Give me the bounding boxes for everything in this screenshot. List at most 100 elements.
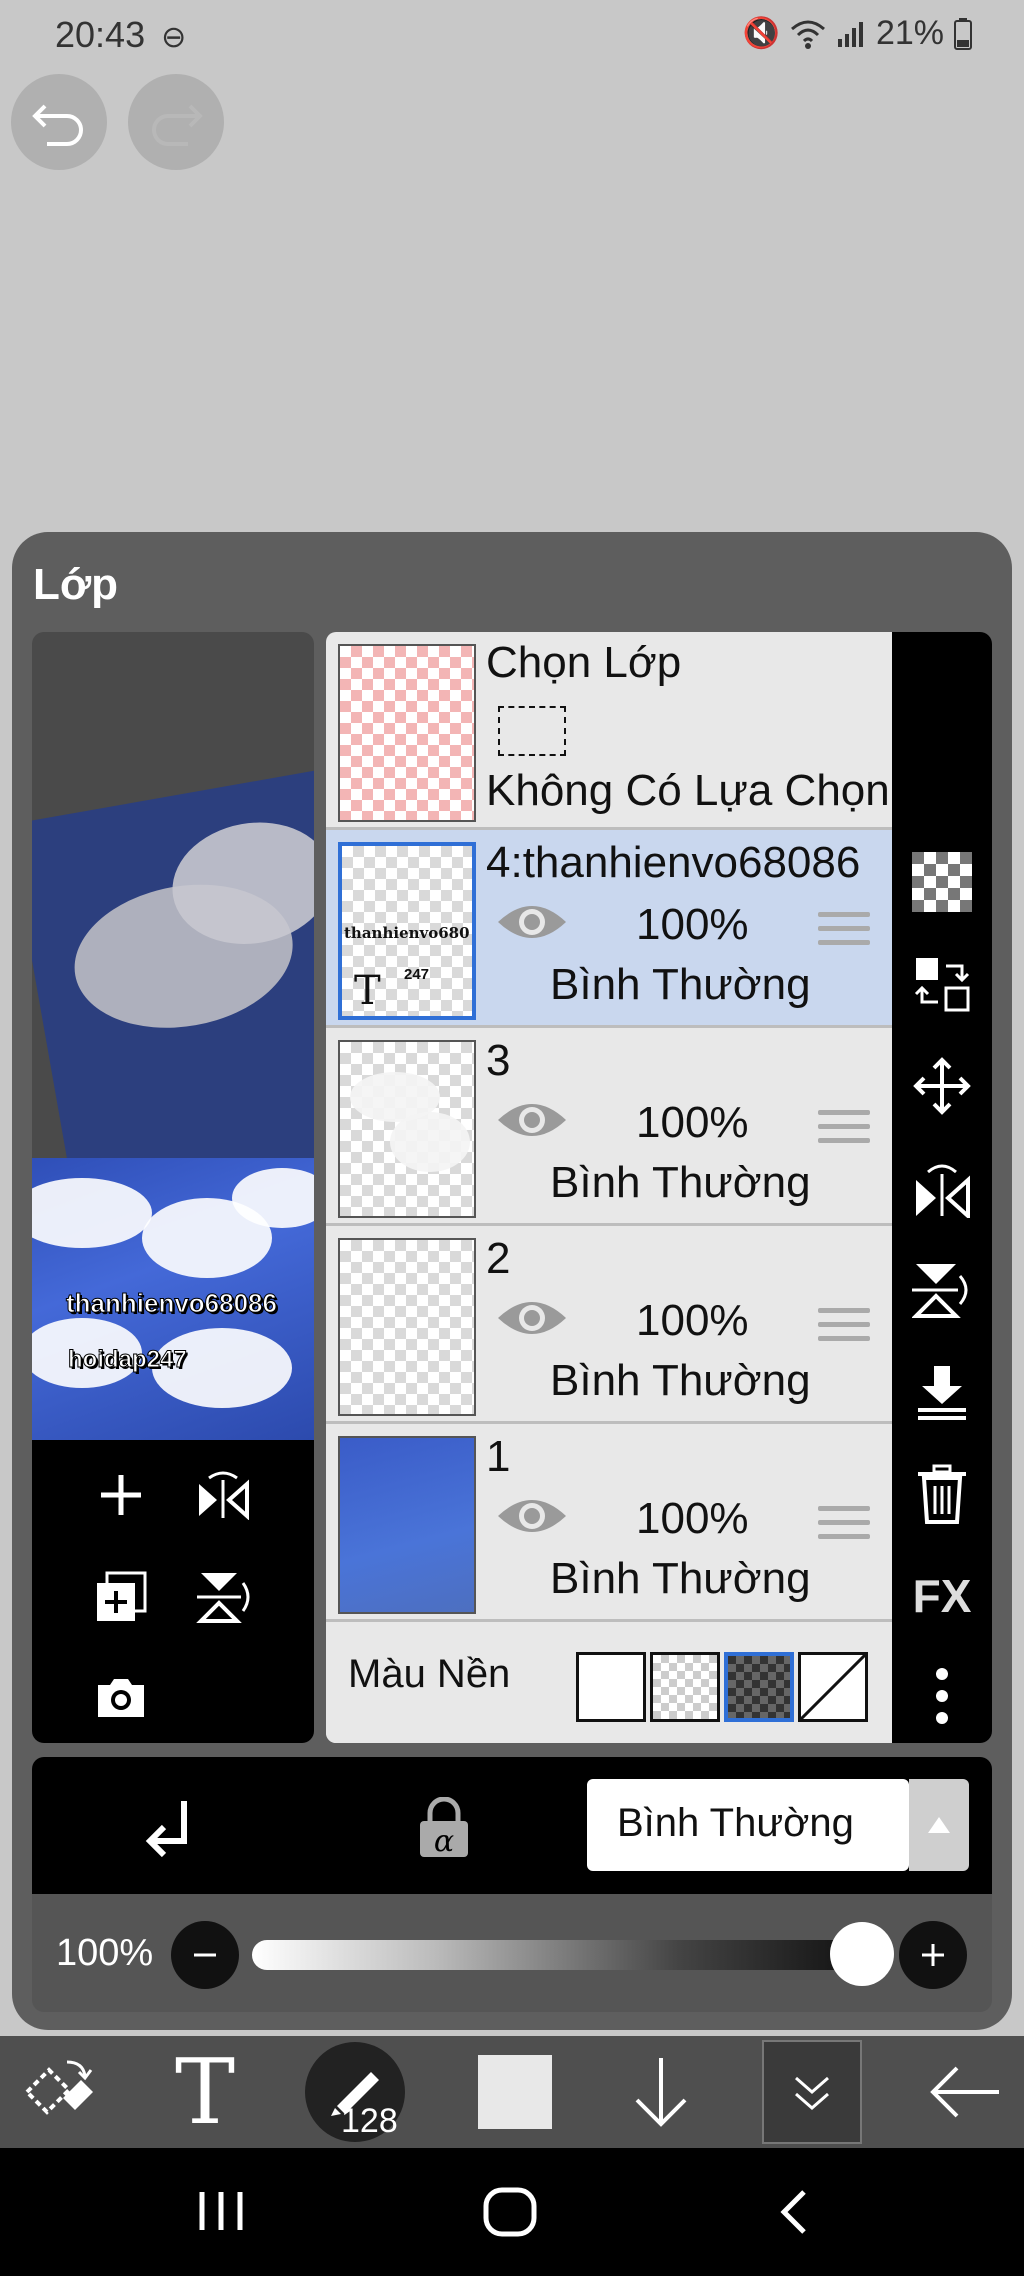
layer-panel-toggle-button[interactable] [762, 2040, 862, 2144]
no-background-icon [801, 1655, 865, 1719]
panel-title: Lớp [33, 560, 119, 609]
opacity-label: 100% [56, 1932, 154, 1974]
brush-size-indicator: 128 [305, 2042, 405, 2142]
move-icon [913, 1057, 971, 1115]
text-tool-icon: T [174, 2039, 236, 2145]
brush-size: 128 [341, 2102, 398, 2140]
more-options-button[interactable] [906, 1660, 978, 1732]
layer-thumb-text: thanhienvo680 [344, 924, 470, 942]
layer-name: 4:thanhienvo68086 [486, 838, 861, 887]
layer-down-button[interactable] [606, 2036, 716, 2148]
layer-blend-mode: Bình Thường [550, 1356, 811, 1405]
merge-down-icon [918, 1366, 966, 1420]
blend-mode-dropdown-button[interactable] [909, 1779, 969, 1871]
swap-icon [914, 958, 970, 1012]
right-toolbar: FX [892, 632, 992, 1743]
status-time-text: 20:43 [55, 14, 146, 55]
move-button[interactable] [906, 1050, 978, 1122]
layer-opacity: 100% [636, 1494, 749, 1543]
recent-apps-icon [199, 2192, 243, 2230]
thumbnail-text-1: thanhienvo68086 [66, 1288, 278, 1319]
add-layer-button[interactable] [86, 1460, 156, 1530]
blend-mode-select[interactable]: Bình Thường [587, 1779, 909, 1871]
flip-horizontal-right-button[interactable] [906, 1152, 978, 1224]
drag-handle-icon[interactable] [818, 1110, 870, 1152]
signal-icon [837, 21, 863, 47]
camera-button[interactable] [86, 1662, 156, 1732]
layer-row[interactable]: 3 100% Bình Thường [326, 1028, 892, 1226]
clipping-button[interactable] [144, 1797, 200, 1862]
home-button[interactable] [482, 2186, 538, 2243]
undo-icon [32, 104, 83, 146]
opacity-increase-button[interactable] [899, 1921, 967, 1989]
alpha-lock-button[interactable]: α [416, 1796, 472, 1864]
flip-horizontal-icon [199, 1471, 249, 1520]
bg-white-swatch[interactable] [576, 1652, 646, 1722]
fx-button[interactable]: FX [906, 1560, 978, 1632]
wifi-icon [790, 20, 825, 49]
svg-text:α: α [434, 1824, 454, 1859]
trash-icon [918, 1464, 966, 1524]
flip-vertical-button[interactable] [188, 1562, 258, 1632]
brush-tool-button[interactable]: 128 [300, 2036, 410, 2148]
mute-icon: 🔇 [742, 17, 780, 50]
flip-vertical-icon [196, 1573, 250, 1623]
opacity-slider[interactable] [252, 1940, 862, 1970]
layer-row[interactable]: 1 100% Bình Thường [326, 1424, 892, 1622]
minus-icon [194, 1953, 216, 1957]
layer-thumbnail [338, 1040, 476, 1218]
selection-thumbnail [338, 644, 476, 822]
selection-layer-row[interactable]: Chọn Lớp Không Có Lựa Chọn [326, 632, 892, 830]
layer-row[interactable]: thanhienvo680 T 247 4:thanhienvo68086 10… [326, 830, 892, 1028]
undo-button[interactable] [11, 74, 107, 170]
drag-handle-icon[interactable] [818, 1308, 870, 1350]
more-vertical-icon [936, 1668, 948, 1724]
current-color-swatch [478, 2055, 552, 2129]
transform-tool-button[interactable] [4, 2036, 114, 2148]
redo-button[interactable] [128, 74, 224, 170]
layer-name: 3 [486, 1036, 511, 1085]
redo-icon [152, 104, 203, 146]
bg-dark-checker-swatch[interactable] [724, 1652, 794, 1722]
visibility-eye-icon[interactable] [496, 1294, 568, 1342]
recent-apps-button[interactable] [196, 2188, 246, 2239]
plus-icon [101, 1475, 141, 1515]
swap-layer-button[interactable] [906, 948, 978, 1020]
chevron-left-icon [780, 2190, 806, 2234]
visibility-eye-icon[interactable] [496, 1492, 568, 1540]
duplicate-layer-button[interactable] [86, 1562, 156, 1632]
selection-title: Chọn Lớp [486, 638, 682, 687]
battery-text: 21% [875, 14, 944, 52]
text-tool-button[interactable]: T [150, 2036, 260, 2148]
opacity-decrease-button[interactable] [171, 1921, 239, 1989]
status-icons: 🔇 21% [743, 14, 972, 53]
visibility-eye-icon[interactable] [496, 898, 568, 946]
text-layer-icon: T [354, 968, 381, 1014]
flip-horizontal-button[interactable] [188, 1460, 258, 1530]
system-back-button[interactable] [778, 2188, 810, 2241]
color-picker-button[interactable] [460, 2036, 570, 2148]
merge-down-button[interactable] [906, 1356, 978, 1428]
transparency-button[interactable] [906, 846, 978, 918]
layer-thumb-badge: 247 [404, 966, 430, 983]
drag-handle-icon[interactable] [818, 912, 870, 954]
thumbnail-text-2: hoidap247 [68, 1346, 188, 1374]
arrow-left-icon [930, 2066, 999, 2118]
layer-name: 2 [486, 1234, 511, 1283]
drag-handle-icon[interactable] [818, 1506, 870, 1548]
opacity-slider-knob[interactable] [830, 1922, 894, 1986]
bg-transparent-swatch[interactable] [650, 1652, 720, 1722]
arrow-down-icon [635, 2058, 687, 2127]
layer-row[interactable]: 2 100% Bình Thường [326, 1226, 892, 1424]
visibility-eye-icon[interactable] [496, 1096, 568, 1144]
home-icon [483, 2187, 537, 2237]
dnd-icon: ⊖ [161, 21, 187, 54]
camera-icon [98, 1679, 144, 1717]
delete-layer-button[interactable] [906, 1458, 978, 1530]
flip-vertical-right-button[interactable] [906, 1254, 978, 1326]
layer-blend-mode: Bình Thường [550, 1158, 811, 1207]
back-tool-button[interactable] [910, 2036, 1020, 2148]
layer-thumbnail [338, 1238, 476, 1416]
layer-blend-mode: Bình Thường [550, 960, 811, 1009]
bg-none-swatch[interactable] [798, 1652, 868, 1722]
